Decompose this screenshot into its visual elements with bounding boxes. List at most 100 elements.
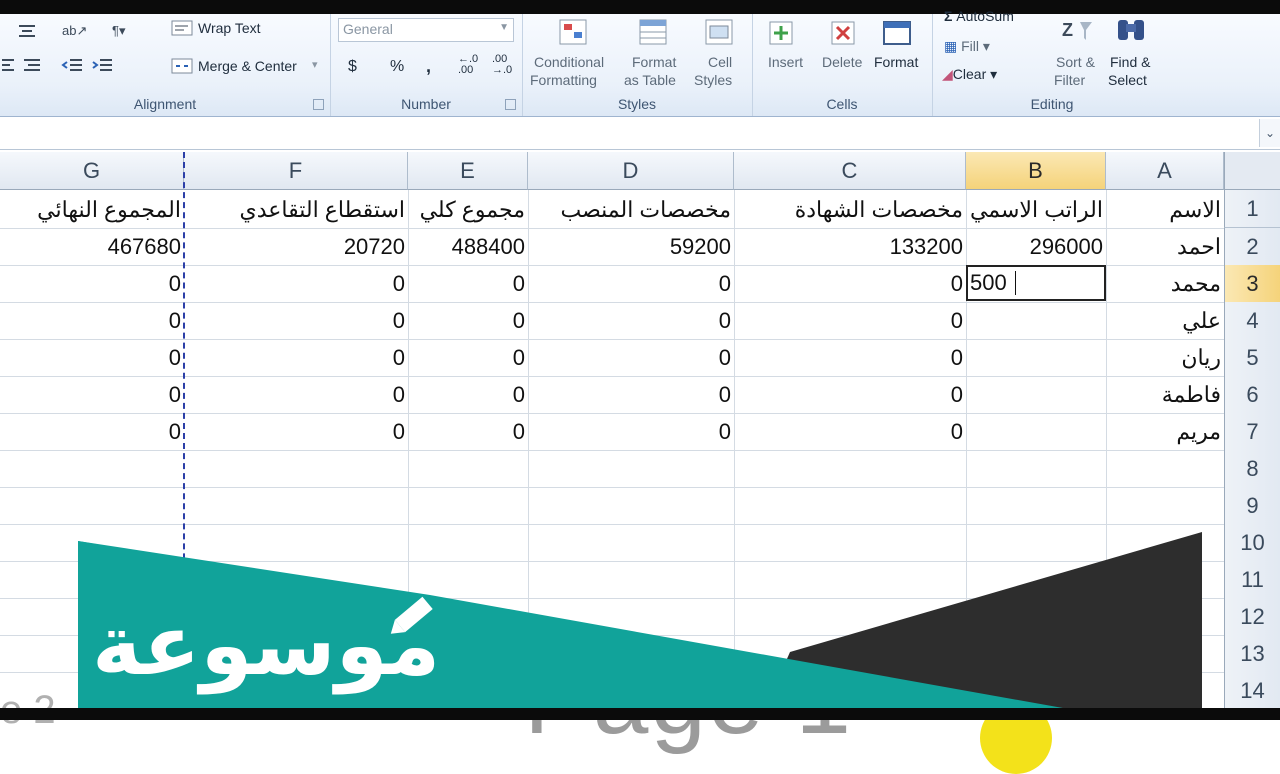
row-header[interactable]: 9 [1224, 487, 1280, 525]
number-dialog-launcher[interactable] [505, 99, 516, 110]
row-header[interactable]: 7 [1224, 413, 1280, 451]
format-button[interactable]: Format [874, 54, 918, 70]
row-header[interactable]: 10 [1224, 524, 1280, 562]
cell-F6[interactable]: 0 [184, 376, 408, 413]
cell-A6[interactable]: فاطمة [1106, 376, 1224, 413]
cell-B1[interactable]: الراتب الاسمي [966, 191, 1106, 228]
cell-C5[interactable]: 0 [734, 339, 966, 376]
column-header-B[interactable]: B [966, 152, 1106, 190]
increase-decimal-button[interactable]: ←.0 .00 [458, 54, 486, 76]
decrease-indent-icon[interactable] [60, 56, 86, 76]
autosum-button[interactable]: Σ AutoSum [944, 8, 1014, 24]
cell-A2[interactable]: احمد [1106, 228, 1224, 265]
row-header[interactable]: 1 [1224, 190, 1280, 228]
select-all-corner[interactable] [1224, 152, 1280, 190]
cell-G1[interactable]: المجموع النهائي [0, 191, 184, 228]
row-header[interactable]: 6 [1224, 376, 1280, 414]
row-header[interactable]: 5 [1224, 339, 1280, 377]
cell-E6[interactable]: 0 [408, 376, 528, 413]
cell-E3[interactable]: 0 [408, 265, 528, 302]
percent-button[interactable]: % [390, 58, 404, 76]
cell-E2[interactable]: 488400 [408, 228, 528, 265]
cell-C7[interactable]: 0 [734, 413, 966, 450]
cell-F1[interactable]: استقطاع التقاعدي [184, 191, 408, 228]
orientation-icon[interactable]: ab↗ [60, 20, 86, 40]
decrease-decimal-button[interactable]: .00 →.0 [492, 54, 520, 76]
text-direction-icon[interactable]: ¶▾ [110, 20, 136, 40]
cell-F2[interactable]: 20720 [184, 228, 408, 265]
column-header-A[interactable]: A [1106, 152, 1224, 190]
row-header[interactable]: 14 [1224, 672, 1280, 710]
find-select-button[interactable]: Find & [1110, 54, 1150, 70]
row-header[interactable]: 8 [1224, 450, 1280, 488]
row-header[interactable]: 4 [1224, 302, 1280, 340]
cell-styles-button[interactable]: Cell [708, 54, 732, 70]
cell-E7[interactable]: 0 [408, 413, 528, 450]
column-header-D[interactable]: D [528, 152, 734, 190]
row-header[interactable]: 13 [1224, 635, 1280, 673]
cell-D1[interactable]: مخصصات المنصب [528, 191, 734, 228]
alignment-group-label: Alignment [133, 96, 197, 112]
cell-D6[interactable]: 0 [528, 376, 734, 413]
cell-C6[interactable]: 0 [734, 376, 966, 413]
delete-button[interactable]: Delete [822, 54, 862, 70]
cell-G3[interactable]: 0 [0, 265, 184, 302]
active-cell-value[interactable]: 500 [970, 265, 1007, 301]
sort-filter-button[interactable]: Sort & [1056, 54, 1095, 70]
cell-D3[interactable]: 0 [528, 265, 734, 302]
cell-E1[interactable]: مجموع كلي [408, 191, 528, 228]
alignment-dialog-launcher[interactable] [313, 99, 324, 110]
cell-F5[interactable]: 0 [184, 339, 408, 376]
increase-indent-icon[interactable] [90, 56, 116, 76]
cell-G7[interactable]: 0 [0, 413, 184, 450]
cell-G2[interactable]: 467680 [0, 228, 184, 265]
cell-D5[interactable]: 0 [528, 339, 734, 376]
cell-C3[interactable]: 0 [734, 265, 966, 302]
clear-button[interactable]: ◢Clear ▾ [942, 66, 997, 83]
cell-A4[interactable]: علي [1106, 302, 1224, 339]
row-header[interactable]: 11 [1224, 561, 1280, 599]
number-format-select[interactable]: General ▼ [338, 18, 514, 42]
insert-button[interactable]: Insert [768, 54, 803, 70]
cell-A1[interactable]: الاسم [1106, 191, 1224, 228]
conditional-formatting-label-2: Formatting [530, 72, 597, 88]
cell-A7[interactable]: مريم [1106, 413, 1224, 450]
expand-formula-bar-button[interactable]: ⌄ [1259, 119, 1280, 147]
cell-F7[interactable]: 0 [184, 413, 408, 450]
cell-G6[interactable]: 0 [0, 376, 184, 413]
fill-button[interactable]: ▦ Fill ▾ [944, 38, 990, 55]
cell-B2[interactable]: 296000 [966, 228, 1106, 265]
column-header-E[interactable]: E [408, 152, 528, 190]
cell-C1[interactable]: مخصصات الشهادة [734, 191, 966, 228]
cell-D7[interactable]: 0 [528, 413, 734, 450]
cell-E4[interactable]: 0 [408, 302, 528, 339]
cell-C2[interactable]: 133200 [734, 228, 966, 265]
format-as-table-button[interactable]: Format [632, 54, 676, 70]
align-right-icon[interactable] [18, 56, 44, 76]
conditional-formatting-button[interactable]: Conditional [534, 54, 604, 70]
cell-A3[interactable]: محمد [1106, 265, 1224, 302]
merge-center-dropdown-arrow[interactable]: ▾ [312, 58, 318, 71]
formula-bar[interactable]: ⌄ [0, 117, 1280, 150]
cell-G4[interactable]: 0 [0, 302, 184, 339]
cell-F4[interactable]: 0 [184, 302, 408, 339]
row-header[interactable]: 2 [1224, 228, 1280, 266]
row-header-selected[interactable]: 3 [1224, 265, 1280, 303]
column-header-G[interactable]: G [0, 152, 184, 190]
format-cells-icon [883, 21, 911, 45]
row-header[interactable]: 12 [1224, 598, 1280, 636]
column-header-C[interactable]: C [734, 152, 966, 190]
merge-center-button[interactable]: Merge & Center [198, 58, 297, 74]
cell-F3[interactable]: 0 [184, 265, 408, 302]
cell-D4[interactable]: 0 [528, 302, 734, 339]
wrap-text-button[interactable]: Wrap Text [198, 20, 261, 36]
cell-C4[interactable]: 0 [734, 302, 966, 339]
column-header-F[interactable]: F [184, 152, 408, 190]
cell-G5[interactable]: 0 [0, 339, 184, 376]
cell-A5[interactable]: ريان [1106, 339, 1224, 376]
align-center-icon[interactable] [14, 22, 40, 42]
comma-style-button[interactable]: , [426, 56, 431, 77]
cell-D2[interactable]: 59200 [528, 228, 734, 265]
currency-button[interactable]: $ [348, 58, 357, 76]
cell-E5[interactable]: 0 [408, 339, 528, 376]
